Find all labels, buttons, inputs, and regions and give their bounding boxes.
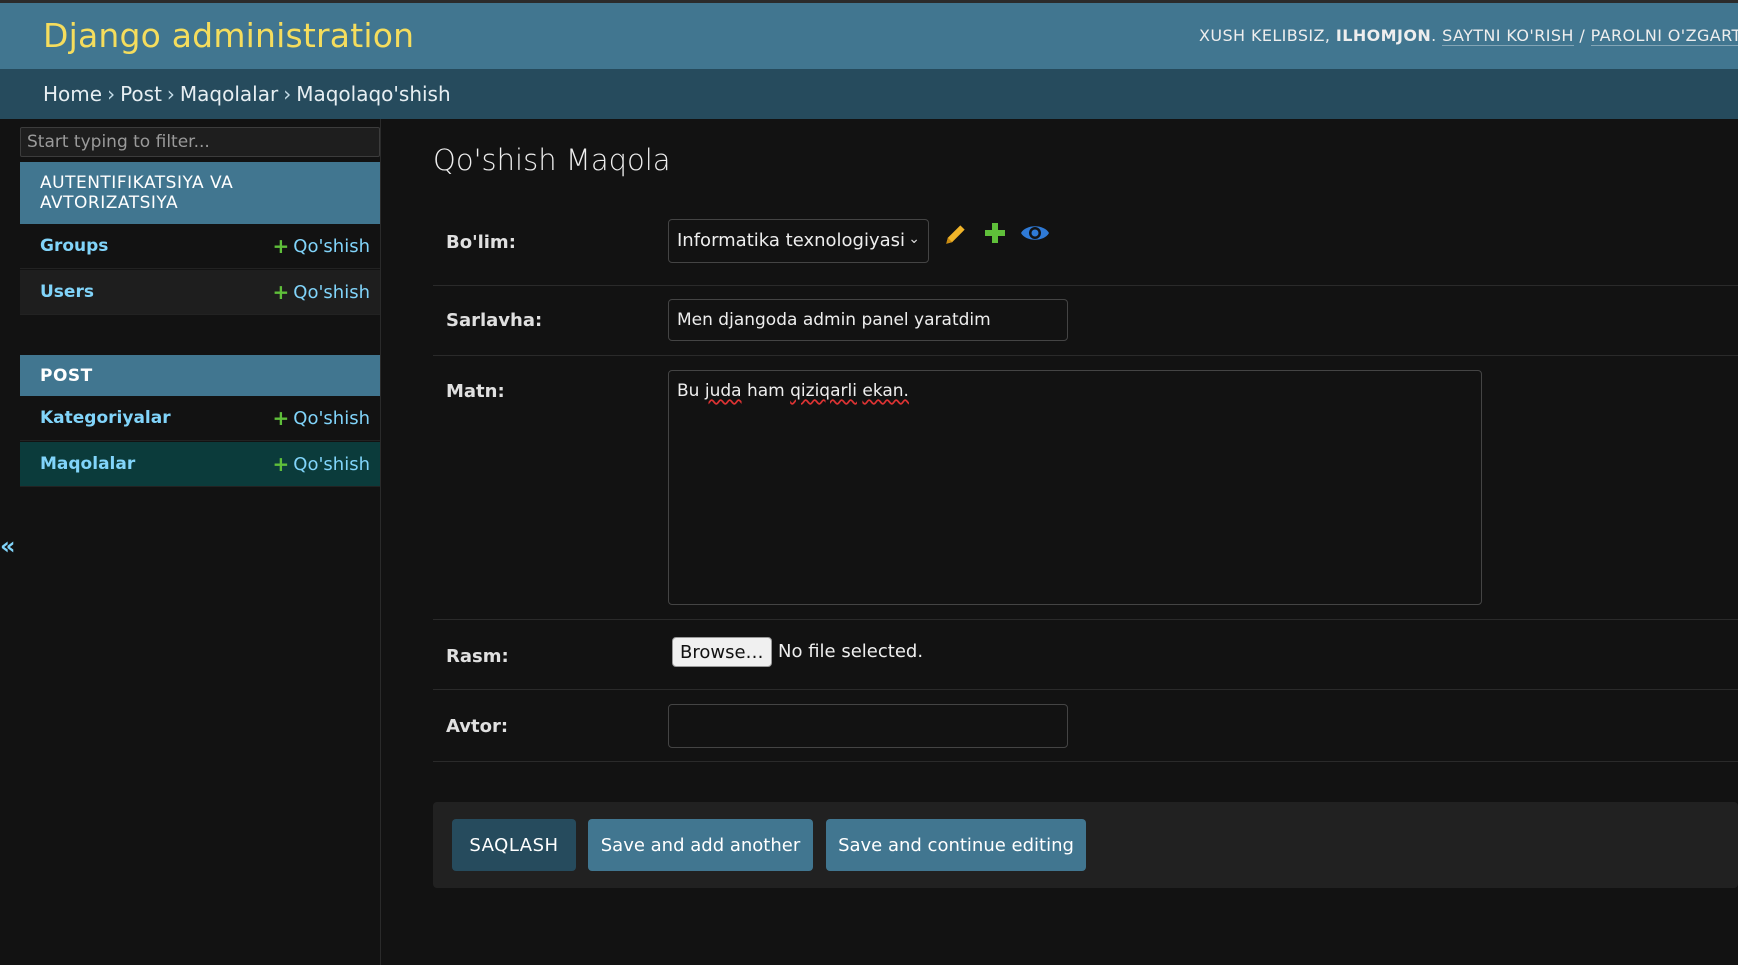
site-brand[interactable]: Django administration — [43, 16, 414, 55]
form-row-rasm: Rasm: Browse… No file selected. — [433, 620, 1738, 690]
user-tools: XUSH KELIBSIZ, ILHOMJON. SAYTNI KO'RISH … — [1199, 26, 1738, 46]
view-site-link[interactable]: SAYTNI KO'RISH — [1442, 26, 1574, 46]
kategoriyalar-add-link[interactable]: + Qo'shish — [273, 408, 370, 429]
sidebar-item-users: Users + Qo'shish — [20, 270, 380, 315]
pencil-icon[interactable] — [943, 221, 969, 247]
plus-icon[interactable] — [983, 221, 1007, 245]
breadcrumb-post[interactable]: Post — [120, 82, 162, 106]
form-row-sarlavha: Sarlavha: — [433, 286, 1738, 356]
breadcrumb-home[interactable]: Home — [43, 82, 102, 106]
form-row-avtor: Avtor: — [433, 690, 1738, 762]
change-password-link[interactable]: PAROLNI O'ZGARTIRISH — [1590, 26, 1738, 46]
nav-filter-input[interactable] — [20, 127, 380, 157]
bolim-label: Bo'lim: — [446, 232, 516, 253]
sidebar-collapse-toggle[interactable]: « — [0, 532, 16, 560]
maqolalar-add-link[interactable]: + Qo'shish — [273, 454, 370, 475]
form-row-bolim: Bo'lim: Informatika texnologiyasi ⌄ — [433, 204, 1738, 286]
page-title: Qo'shish Maqola — [433, 143, 671, 177]
matn-label: Matn: — [446, 381, 505, 402]
sarlavha-label: Sarlavha: — [446, 310, 543, 331]
save-and-continue-button[interactable]: Save and continue editing — [826, 819, 1086, 871]
plus-icon: + — [272, 452, 290, 476]
module-caption-post[interactable]: POST — [20, 355, 380, 396]
usertools-separator: / — [1579, 26, 1586, 45]
users-link[interactable]: Users — [40, 282, 94, 302]
breadcrumb: Home › Post › Maqolalar › Maqolaqo'shish — [0, 69, 1738, 119]
plus-icon: + — [272, 280, 290, 304]
sidebar: AUTENTIFIKATSIYA VA AVTORIZATSIYA Groups… — [20, 119, 381, 965]
sidebar-item-groups: Groups + Qo'shish — [20, 224, 380, 269]
file-status: No file selected. — [778, 641, 924, 662]
sidebar-item-kategoriyalar: Kategoriyalar + Qo'shish — [20, 396, 380, 441]
matn-textarea[interactable]: Bu juda ham qiziqarli ekan. — [668, 370, 1482, 605]
save-button[interactable]: SAQLASH — [452, 819, 576, 871]
chevron-down-icon: ⌄ — [908, 231, 920, 247]
users-add-link[interactable]: + Qo'shish — [273, 282, 370, 303]
eye-icon[interactable] — [1020, 221, 1050, 245]
plus-icon: + — [272, 234, 290, 258]
kategoriyalar-link[interactable]: Kategoriyalar — [40, 408, 171, 428]
browse-button[interactable]: Browse… — [672, 637, 772, 667]
bolim-select[interactable]: Informatika texnologiyasi ⌄ — [668, 219, 929, 263]
save-and-add-another-button[interactable]: Save and add another — [588, 819, 813, 871]
avtor-label: Avtor: — [446, 716, 509, 737]
form-row-matn: Matn: Bu juda ham qiziqarli ekan. — [433, 356, 1738, 620]
plus-icon: + — [272, 406, 290, 430]
sidebar-item-maqolalar: Maqolalar + Qo'shish — [20, 442, 380, 487]
welcome-text: XUSH KELIBSIZ, — [1199, 26, 1331, 45]
rasm-label: Rasm: — [446, 646, 509, 667]
maqolalar-link[interactable]: Maqolalar — [40, 454, 135, 474]
module-caption-auth[interactable]: AUTENTIFIKATSIYA VA AVTORIZATSIYA — [20, 162, 380, 224]
submit-row: SAQLASH Save and add another Save and co… — [433, 802, 1738, 888]
avtor-input[interactable] — [668, 704, 1068, 748]
groups-link[interactable]: Groups — [40, 236, 108, 256]
groups-add-link[interactable]: + Qo'shish — [273, 236, 370, 257]
username: ILHOMJON — [1335, 26, 1432, 45]
breadcrumb-current: Maqolaqo'shish — [296, 82, 451, 106]
header: Django administration XUSH KELIBSIZ, ILH… — [0, 3, 1738, 69]
sarlavha-input[interactable] — [668, 299, 1068, 341]
breadcrumb-maqolalar[interactable]: Maqolalar — [180, 82, 278, 106]
